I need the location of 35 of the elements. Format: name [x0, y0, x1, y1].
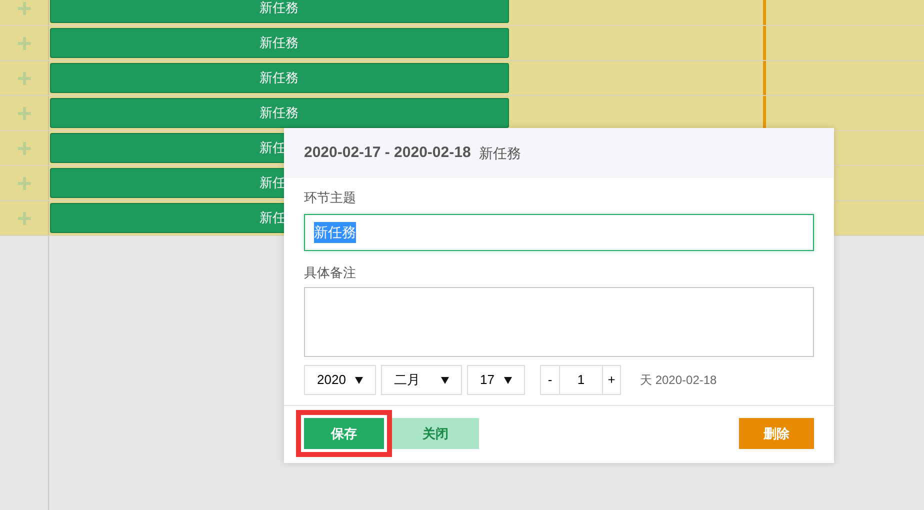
task-label: 新任務 [260, 69, 300, 88]
caret-icon [355, 376, 363, 384]
decrement-button[interactable]: - [540, 365, 560, 395]
notes-field[interactable] [304, 287, 814, 357]
task-label: 新任 [260, 139, 286, 158]
selected-text: 新任務 [314, 222, 356, 243]
caret-icon [504, 376, 512, 384]
add-icon[interactable] [18, 212, 30, 224]
date-range: 2020-02-17 - 2020-02-18 [304, 142, 471, 163]
add-icon[interactable] [18, 106, 30, 120]
delete-button[interactable]: 删除 [739, 418, 814, 449]
task-label: 新任務 [260, 34, 300, 52]
add-icon[interactable] [18, 36, 30, 50]
save-button[interactable]: 保存 [304, 418, 384, 449]
task-label: 新任 [260, 209, 286, 228]
task-label: 新任務 [260, 0, 300, 18]
field-label: 具体备注 [304, 264, 357, 282]
task-bar[interactable]: 新任務 [50, 98, 509, 128]
task-bar[interactable]: 新任務 [50, 63, 509, 93]
add-icon[interactable] [18, 72, 30, 84]
dropdown[interactable]: 二月 [381, 365, 462, 395]
dropdown[interactable]: 2020 [304, 365, 376, 395]
task-label: 新任 [260, 174, 286, 192]
close-button[interactable]: 关闭 [392, 418, 479, 449]
dropdown[interactable]: 17 [467, 365, 525, 395]
add-icon[interactable] [18, 176, 30, 190]
end-date-text: 天 2020-02-18 [640, 372, 717, 389]
add-icon[interactable] [18, 142, 30, 154]
task-bar[interactable]: 新任務 [50, 0, 509, 23]
subject-field[interactable]: 新任務 [304, 214, 814, 251]
task-bar[interactable]: 新任務 [50, 28, 509, 58]
task-label: 新任務 [260, 104, 300, 122]
add-icon[interactable] [18, 2, 30, 14]
caret-icon [441, 376, 449, 384]
increment-button[interactable]: + [602, 365, 621, 395]
